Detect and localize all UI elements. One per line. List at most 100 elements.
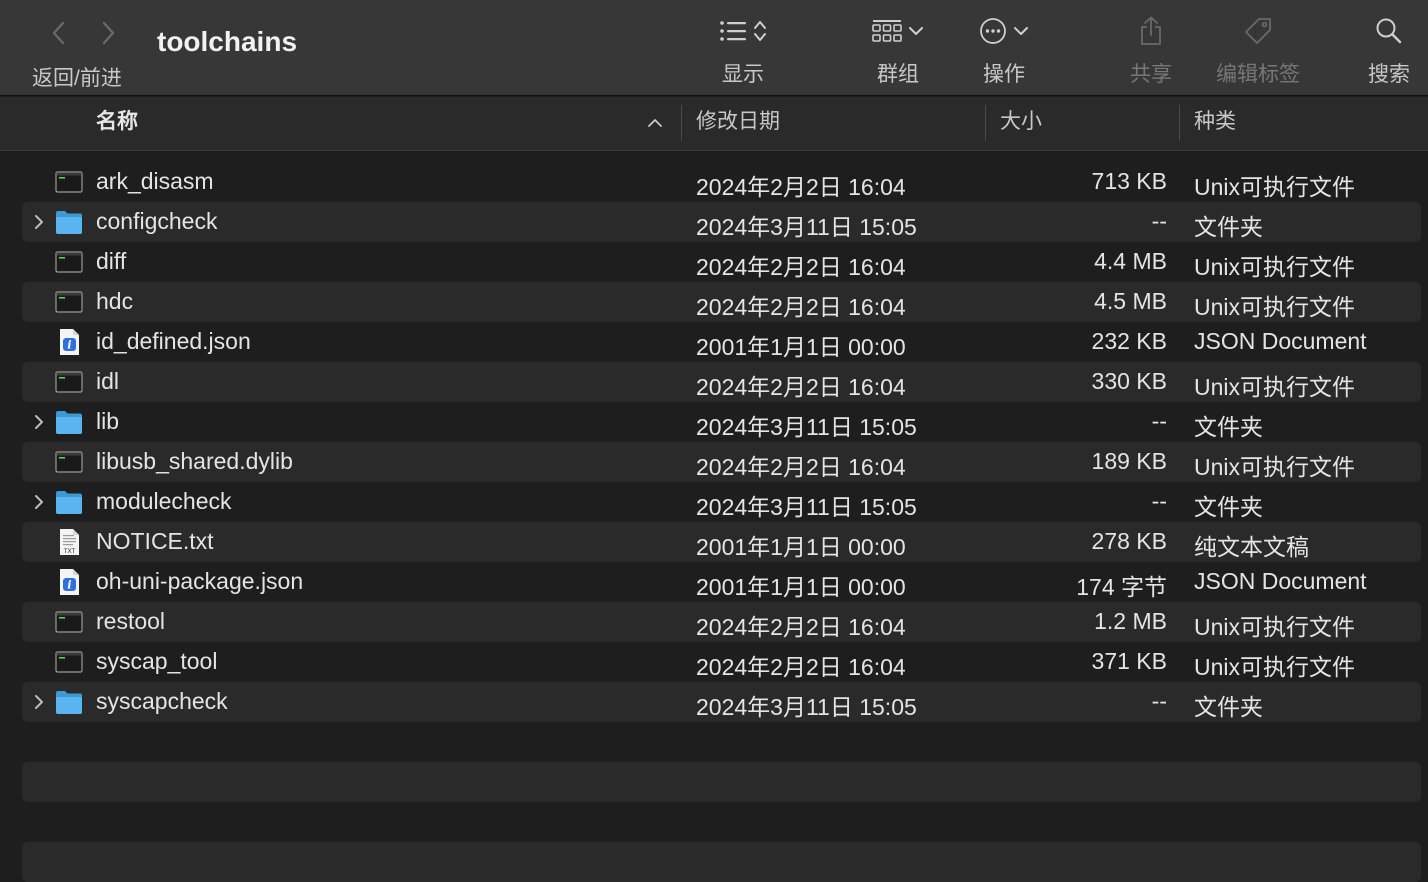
chevron-left-icon (52, 21, 65, 45)
group-button[interactable]: 群组 (866, 14, 930, 88)
file-size: 189 KB (1091, 448, 1167, 474)
file-kind: 纯文本文稿 (1194, 534, 1309, 560)
file-date: 2024年3月11日 15:05 (696, 414, 917, 440)
edit-tags-button[interactable]: 编辑标签 (1212, 14, 1304, 88)
disclosure-triangle-icon[interactable] (32, 692, 46, 712)
file-kind: Unix可执行文件 (1194, 174, 1356, 200)
file-name: idl (96, 368, 120, 394)
file-row[interactable]: syscap_tool 2024年2月2日 16:04 371 KB Unix可执行文… (22, 642, 1421, 682)
file-date: 2024年3月11日 15:05 (696, 494, 917, 520)
file-row[interactable]: i oh-uni-package.json 2001年1月1日 00:00 174 字… (22, 562, 1421, 602)
exec-icon (54, 287, 84, 317)
column-modified-header[interactable]: 修改日期 (696, 97, 780, 150)
list-view-icon (720, 21, 746, 41)
column-divider[interactable] (1179, 105, 1180, 141)
file-date: 2024年2月2日 16:04 (696, 174, 906, 200)
disclosure-triangle-icon[interactable] (32, 212, 46, 232)
column-name-header[interactable]: 名称 (96, 97, 138, 150)
file-kind: Unix可执行文件 (1194, 614, 1356, 640)
file-kind: 文件夹 (1194, 414, 1263, 440)
exec-icon (54, 447, 84, 477)
search-label: 搜索 (1368, 63, 1410, 86)
group-label: 群组 (877, 63, 919, 86)
json-icon: i (54, 327, 84, 357)
chevron-down-icon (1014, 27, 1028, 35)
toolbar: 返回/前进 toolchains 显示 群组 操作 共享 编辑标签 搜索 (0, 0, 1428, 96)
file-size: -- (1151, 688, 1167, 714)
sort-ascending-icon[interactable] (645, 113, 665, 133)
forward-button[interactable] (94, 18, 124, 48)
file-kind: Unix可执行文件 (1194, 454, 1356, 480)
file-kind: Unix可执行文件 (1194, 294, 1356, 320)
file-size: 4.5 MB (1094, 288, 1167, 314)
action-label: 操作 (983, 63, 1025, 86)
folder-icon (54, 207, 84, 237)
file-date: 2001年1月1日 00:00 (696, 574, 906, 600)
file-date: 2024年2月2日 16:04 (696, 454, 906, 480)
disclosure-triangle-icon[interactable] (32, 412, 46, 432)
group-grid-icon (872, 20, 902, 42)
folder-row[interactable]: modulecheck 2024年3月11日 15:05 -- 文件夹 (22, 482, 1421, 522)
chevron-down-icon (909, 27, 923, 35)
column-size-header[interactable]: 大小 (1000, 97, 1042, 150)
file-row[interactable]: restool 2024年2月2日 16:04 1.2 MB Unix可执行文件 (22, 602, 1421, 642)
view-label: 显示 (722, 63, 764, 86)
chevron-right-icon (102, 21, 115, 45)
exec-icon (54, 367, 84, 397)
file-row[interactable]: i id_defined.json 2001年1月1日 00:00 232 KB JSO… (22, 322, 1421, 362)
window-title: toolchains (157, 26, 298, 57)
file-row[interactable]: libusb_shared.dylib 2024年2月2日 16:04 189 KB… (22, 442, 1421, 482)
file-name: syscapcheck (96, 688, 228, 714)
file-row[interactable]: diff 2024年2月2日 16:04 4.4 MB Unix可执行文件 (22, 242, 1421, 282)
column-divider[interactable] (681, 105, 682, 141)
column-divider[interactable] (985, 105, 986, 141)
file-name: diff (96, 248, 127, 274)
file-name: modulecheck (96, 488, 232, 514)
file-name: lib (96, 408, 120, 434)
file-kind: Unix可执行文件 (1194, 374, 1356, 400)
column-header: 名称 修改日期 大小 种类 (0, 97, 1428, 151)
file-size: 1.2 MB (1094, 608, 1167, 634)
share-icon (1141, 16, 1161, 45)
file-name: hdc (96, 288, 134, 314)
file-date: 2024年3月11日 15:05 (696, 694, 917, 720)
file-size: -- (1151, 208, 1167, 234)
file-row[interactable]: hdc 2024年2月2日 16:04 4.5 MB Unix可执行文件 (22, 282, 1421, 322)
search-button[interactable]: 搜索 (1366, 14, 1412, 88)
share-label: 共享 (1130, 63, 1172, 86)
up-down-chevron-icon (754, 21, 766, 41)
file-kind: 文件夹 (1194, 214, 1263, 240)
nav-label: 返回/前进 (32, 67, 122, 90)
file-size: -- (1151, 488, 1167, 514)
tag-icon (1245, 18, 1271, 44)
json-icon: i (54, 567, 84, 597)
back-button[interactable] (43, 18, 73, 48)
action-button[interactable]: 操作 (975, 14, 1033, 88)
view-button[interactable]: 显示 (712, 14, 774, 88)
file-size: 232 KB (1091, 328, 1167, 354)
folder-row[interactable]: configcheck 2024年3月11日 15:05 -- 文件夹 (22, 202, 1421, 242)
edit-tags-label: 编辑标签 (1216, 63, 1300, 86)
file-row[interactable]: idl 2024年2月2日 16:04 330 KB Unix可执行文件 (22, 362, 1421, 402)
file-kind: JSON Document (1194, 568, 1367, 594)
share-button[interactable]: 共享 (1128, 14, 1174, 88)
file-name: libusb_shared.dylib (96, 448, 293, 474)
column-kind-header[interactable]: 种类 (1194, 97, 1236, 150)
folder-row[interactable]: lib 2024年3月11日 15:05 -- 文件夹 (22, 402, 1421, 442)
txt-icon: TXT (54, 527, 84, 557)
search-icon (1376, 18, 1402, 44)
file-size: 174 字节 (1076, 574, 1167, 600)
file-date: 2024年2月2日 16:04 (696, 654, 906, 680)
exec-icon (54, 607, 84, 637)
file-name: restool (96, 608, 166, 634)
file-size: 4.4 MB (1094, 248, 1167, 274)
file-name: id_defined.json (96, 328, 251, 354)
file-size: 330 KB (1091, 368, 1167, 394)
file-row[interactable]: ark_disasm 2024年2月2日 16:04 713 KB Unix可执行文件 (22, 162, 1421, 202)
file-kind: Unix可执行文件 (1194, 254, 1356, 280)
file-kind: Unix可执行文件 (1194, 654, 1356, 680)
folder-row[interactable]: syscapcheck 2024年3月11日 15:05 -- 文件夹 (22, 682, 1421, 722)
disclosure-triangle-icon[interactable] (32, 492, 46, 512)
empty-row (22, 762, 1421, 802)
file-row[interactable]: TXT NOTICE.txt 2001年1月1日 00:00 278 KB 纯文本文稿 (22, 522, 1421, 562)
